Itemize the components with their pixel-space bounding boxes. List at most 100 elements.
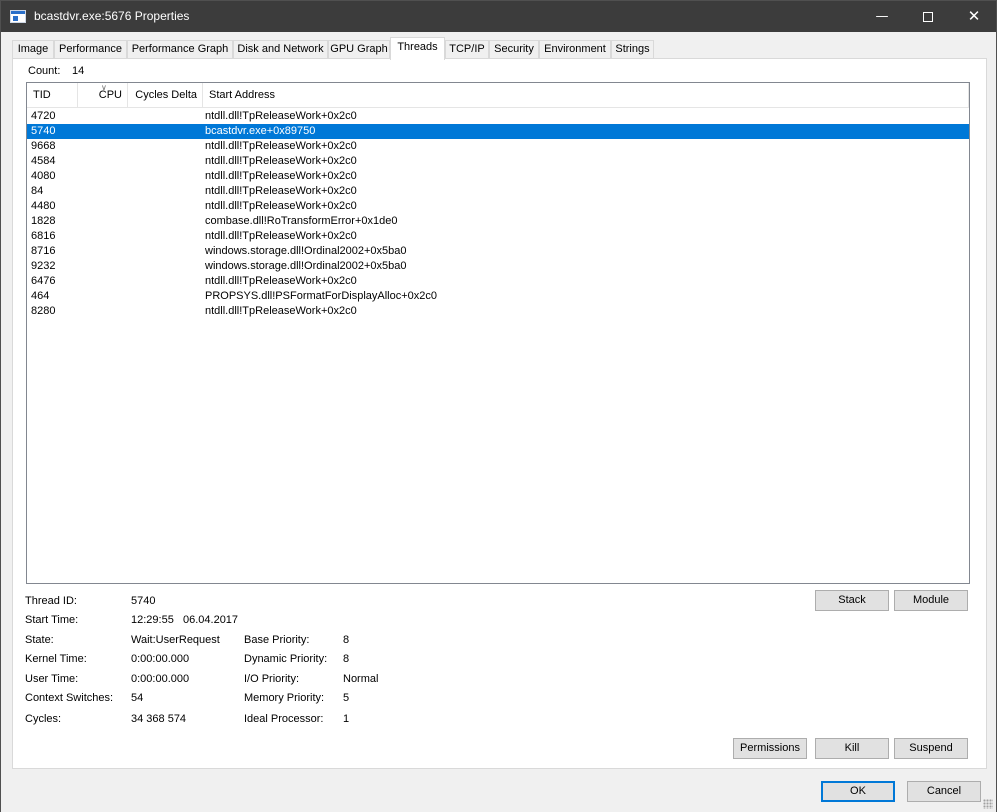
tab-environment[interactable]: Environment xyxy=(539,40,611,59)
threads-list-rows: 4720 ntdll.dll!TpReleaseWork+0x2c0 5740 bc… xyxy=(27,109,969,319)
kernel-time-label: Kernel Time: xyxy=(25,653,87,665)
tid-cell: 5740 xyxy=(31,125,56,137)
suspend-button[interactable]: Suspend xyxy=(894,738,968,759)
start-address-cell: ntdll.dll!TpReleaseWork+0x2c0 xyxy=(205,275,357,287)
base-priority-value: 8 xyxy=(343,634,350,646)
tid-cell: 6816 xyxy=(31,230,56,242)
column-header-tid[interactable]: TID xyxy=(27,83,78,108)
start-address-cell: ntdll.dll!TpReleaseWork+0x2c0 xyxy=(205,200,357,212)
minimize-button[interactable]: — xyxy=(859,1,905,32)
window-properties-icon xyxy=(10,10,26,23)
start-address-cell: ntdll.dll!TpReleaseWork+0x2c0 xyxy=(205,230,357,242)
table-row[interactable]: 6816 ntdll.dll!TpReleaseWork+0x2c0 xyxy=(27,229,969,244)
module-button[interactable]: Module xyxy=(894,590,968,611)
stack-button[interactable]: Stack xyxy=(815,590,889,611)
user-time-label: User Time: xyxy=(25,673,79,685)
start-address-cell: ntdll.dll!TpReleaseWork+0x2c0 xyxy=(205,305,357,317)
context-switches-label: Context Switches: xyxy=(25,692,114,704)
tid-cell: 6476 xyxy=(31,275,56,287)
count-value: 14 xyxy=(72,65,85,77)
start-address-cell: ntdll.dll!TpReleaseWork+0x2c0 xyxy=(205,170,357,182)
tab-performance[interactable]: Performance xyxy=(54,40,127,59)
tab-tcp-ip[interactable]: TCP/IP xyxy=(445,40,489,59)
dynamic-priority-value: 8 xyxy=(343,653,350,665)
tid-cell: 9232 xyxy=(31,260,56,272)
user-time-value: 0:00:00.000 xyxy=(131,673,190,685)
table-row[interactable]: 4080 ntdll.dll!TpReleaseWork+0x2c0 xyxy=(27,169,969,184)
tab-gpu-graph[interactable]: GPU Graph xyxy=(328,40,390,59)
title-bar[interactable]: bcastdvr.exe:5676 Properties — ✕ xyxy=(1,1,996,32)
tid-cell: 8280 xyxy=(31,305,56,317)
minimize-icon: — xyxy=(875,9,889,24)
table-row[interactable]: 4720 ntdll.dll!TpReleaseWork+0x2c0 xyxy=(27,109,969,124)
table-row-selected[interactable]: 5740 bcastdvr.exe+0x89750 xyxy=(27,124,969,139)
ideal-processor-value: 1 xyxy=(343,713,350,725)
threads-list-header: TID CPU ∨ Cycles Delta Start Address xyxy=(27,83,969,108)
start-time-label: Start Time: xyxy=(25,614,79,626)
cycles-value: 34 368 574 xyxy=(131,713,187,725)
maximize-button[interactable] xyxy=(905,1,951,32)
cycles-label: Cycles: xyxy=(25,713,62,725)
tid-cell: 4584 xyxy=(31,155,56,167)
start-address-cell: ntdll.dll!TpReleaseWork+0x2c0 xyxy=(205,140,357,152)
start-address-cell: bcastdvr.exe+0x89750 xyxy=(205,125,316,137)
start-address-cell: PROPSYS.dll!PSFormatForDisplayAlloc+0x2c… xyxy=(205,290,437,302)
column-header-cycles-delta[interactable]: Cycles Delta xyxy=(128,83,203,108)
table-row[interactable]: 4584 ntdll.dll!TpReleaseWork+0x2c0 xyxy=(27,154,969,169)
start-address-cell: windows.storage.dll!Ordinal2002+0x5ba0 xyxy=(205,245,407,257)
tid-cell: 4080 xyxy=(31,170,56,182)
table-row[interactable]: 8280 ntdll.dll!TpReleaseWork+0x2c0 xyxy=(27,304,969,319)
start-address-cell: ntdll.dll!TpReleaseWork+0x2c0 xyxy=(205,110,357,122)
dynamic-priority-label: Dynamic Priority: xyxy=(244,653,328,665)
state-value: Wait:UserRequest xyxy=(131,634,220,646)
thread-id-label: Thread ID: xyxy=(25,595,77,607)
tab-disk-and-network[interactable]: Disk and Network xyxy=(233,40,328,59)
tab-strings[interactable]: Strings xyxy=(611,40,654,59)
memory-priority-value: 5 xyxy=(343,692,350,704)
cancel-button[interactable]: Cancel xyxy=(907,781,981,802)
table-row[interactable]: 4480 ntdll.dll!TpReleaseWork+0x2c0 xyxy=(27,199,969,214)
dialog-button-bar: OK Cancel xyxy=(1,770,996,812)
close-button[interactable]: ✕ xyxy=(951,1,997,32)
column-header-start-address[interactable]: Start Address xyxy=(203,83,969,108)
tid-cell: 8716 xyxy=(31,245,56,257)
permissions-button[interactable]: Permissions xyxy=(733,738,807,759)
table-row[interactable]: 8716 windows.storage.dll!Ordinal2002+0x5b… xyxy=(27,244,969,259)
table-row[interactable]: 9232 windows.storage.dll!Ordinal2002+0x5b… xyxy=(27,259,969,274)
kill-button[interactable]: Kill xyxy=(815,738,889,759)
tid-cell: 1828 xyxy=(31,215,56,227)
table-row[interactable]: 464 PROPSYS.dll!PSFormatForDisplayAlloc+0… xyxy=(27,289,969,304)
tid-cell: 4480 xyxy=(31,200,56,212)
table-row[interactable]: 6476 ntdll.dll!TpReleaseWork+0x2c0 xyxy=(27,274,969,289)
thread-id-value: 5740 xyxy=(131,595,156,607)
close-icon: ✕ xyxy=(967,7,981,25)
maximize-icon xyxy=(923,11,933,22)
state-label: State: xyxy=(25,634,54,646)
ok-button[interactable]: OK xyxy=(821,781,895,802)
tid-cell: 464 xyxy=(31,290,50,302)
window-title: bcastdvr.exe:5676 Properties xyxy=(34,9,190,23)
table-row[interactable]: 84 ntdll.dll!TpReleaseWork+0x2c0 xyxy=(27,184,969,199)
context-switches-value: 54 xyxy=(131,692,144,704)
tab-security[interactable]: Security xyxy=(489,40,539,59)
tab-image[interactable]: Image xyxy=(12,40,54,59)
base-priority-label: Base Priority: xyxy=(244,634,310,646)
threads-list[interactable]: TID CPU ∨ Cycles Delta Start Address 472… xyxy=(26,82,970,584)
start-address-cell: combase.dll!RoTransformError+0x1de0 xyxy=(205,215,398,227)
sort-descending-icon: ∨ xyxy=(101,83,107,92)
tab-bar: Image Performance Performance Graph Disk… xyxy=(12,37,992,60)
kernel-time-value: 0:00:00.000 xyxy=(131,653,190,665)
tid-cell: 4720 xyxy=(31,110,56,122)
tab-threads[interactable]: Threads xyxy=(390,37,445,60)
resize-grip-icon[interactable] xyxy=(983,799,993,809)
start-address-cell: ntdll.dll!TpReleaseWork+0x2c0 xyxy=(205,155,357,167)
io-priority-label: I/O Priority: xyxy=(244,673,300,685)
table-row[interactable]: 9668 ntdll.dll!TpReleaseWork+0x2c0 xyxy=(27,139,969,154)
ideal-processor-label: Ideal Processor: xyxy=(244,713,324,725)
tid-cell: 9668 xyxy=(31,140,56,152)
count-label: Count: xyxy=(28,65,61,77)
tid-cell: 84 xyxy=(31,185,44,197)
properties-window: bcastdvr.exe:5676 Properties — ✕ Image P… xyxy=(0,0,997,812)
tab-performance-graph[interactable]: Performance Graph xyxy=(127,40,233,59)
table-row[interactable]: 1828 combase.dll!RoTransformError+0x1de0 xyxy=(27,214,969,229)
